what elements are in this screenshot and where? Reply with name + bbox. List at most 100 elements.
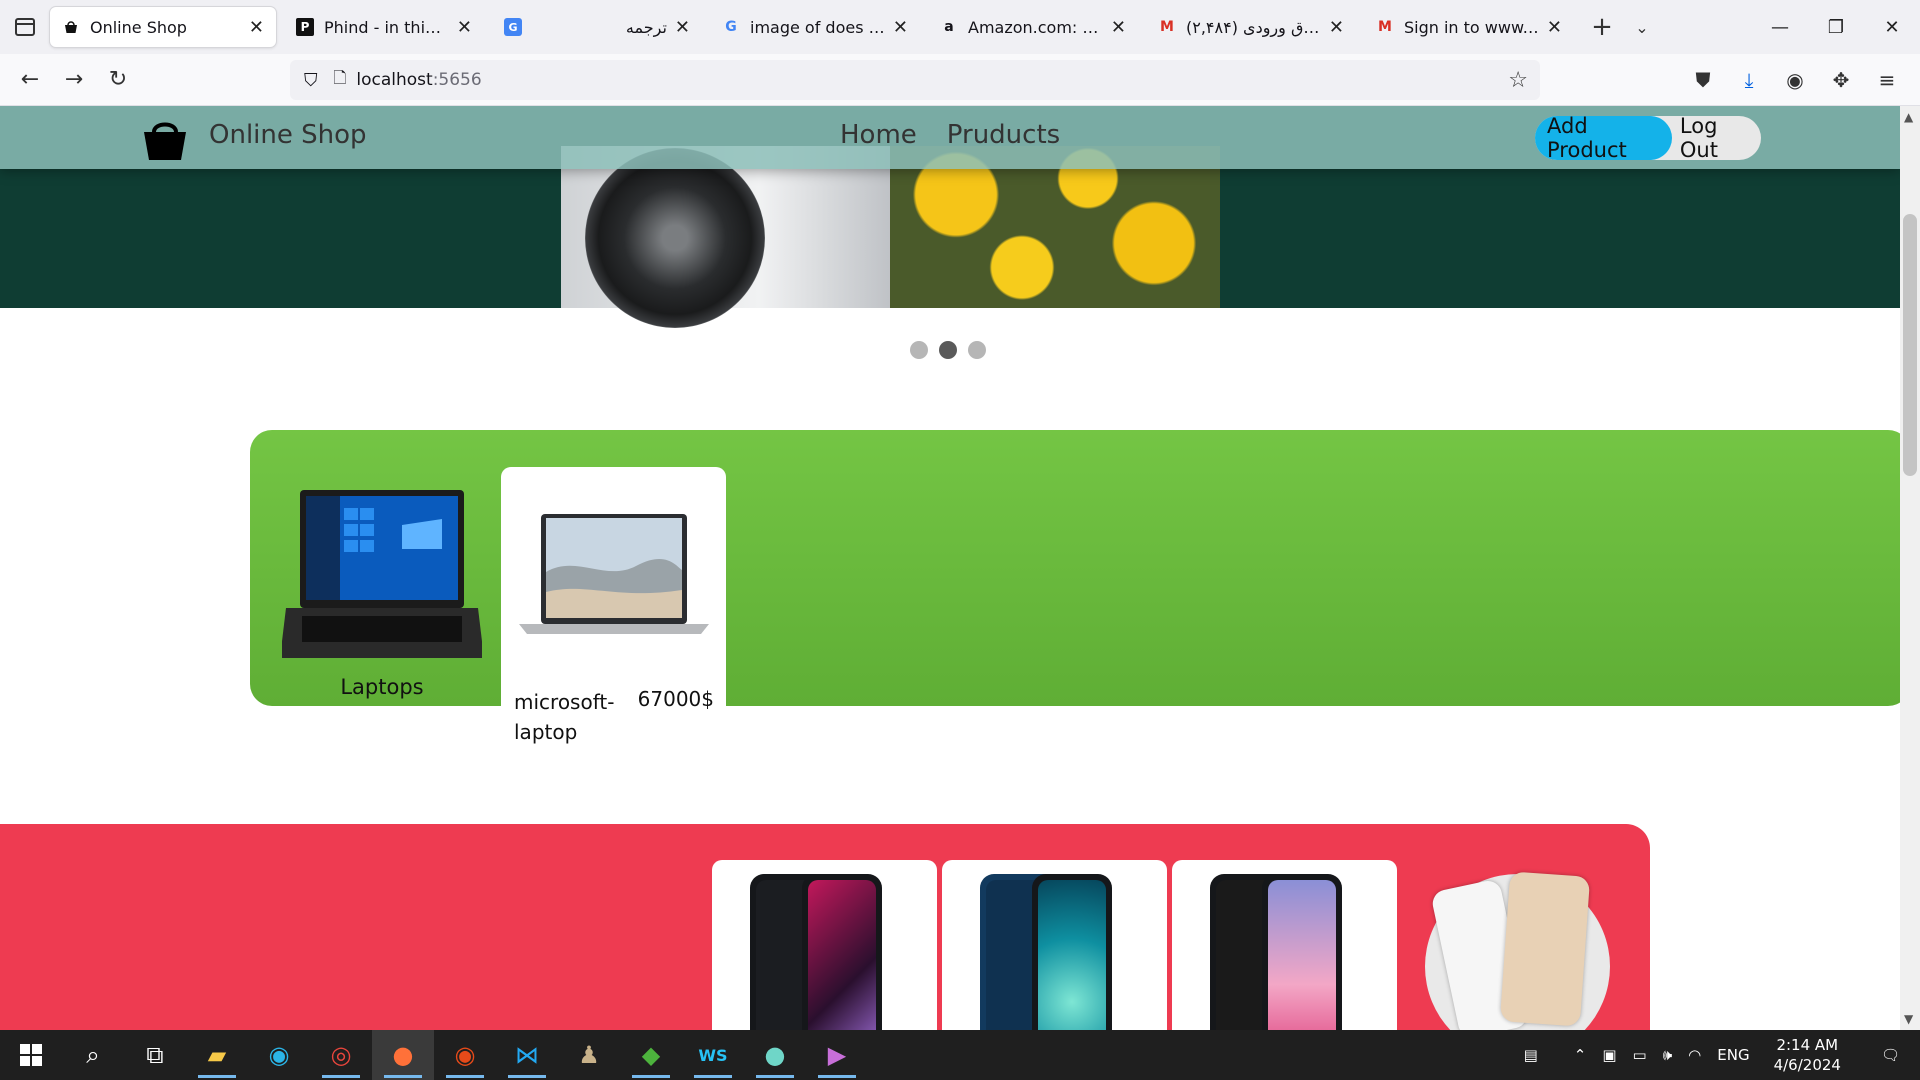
carousel-dots: [910, 341, 986, 359]
meet-icon[interactable]: ▣: [1594, 1046, 1624, 1064]
app-icon[interactable]: ♟: [558, 1030, 620, 1080]
phind-icon: P: [296, 18, 314, 36]
clock-date: 4/6/2024: [1773, 1056, 1841, 1074]
iphone-13-pro-icon[interactable]: [1425, 871, 1610, 1030]
file-explorer-icon[interactable]: ▰: [186, 1030, 248, 1080]
account-icon[interactable]: ◉: [1772, 58, 1818, 102]
record-icon[interactable]: ◉: [434, 1030, 496, 1080]
firefox-view-button[interactable]: [0, 0, 50, 54]
pocket-icon[interactable]: ⛊: [1680, 58, 1726, 102]
vscode-icon[interactable]: ⋈: [496, 1030, 558, 1080]
scroll-up-icon[interactable]: ▲: [1904, 110, 1913, 124]
wifi-icon[interactable]: ◠: [1680, 1046, 1709, 1064]
laptops-section: Laptops microsoft-laptop 67000$: [250, 430, 1900, 746]
chrome-icon[interactable]: ◎: [310, 1030, 372, 1080]
product-card-phone[interactable]: [1172, 860, 1397, 1030]
tab-phind[interactable]: P Phind - in this code : < ✕: [284, 7, 484, 47]
webstorm-icon[interactable]: WS: [682, 1030, 744, 1080]
close-window-icon[interactable]: ✕: [1864, 0, 1920, 54]
add-product-button[interactable]: Add Product: [1535, 114, 1672, 162]
tab-gmail-signin[interactable]: M Sign in to www.phind.com ✕: [1364, 7, 1574, 47]
clock-time: 2:14 AM: [1776, 1036, 1839, 1054]
tab-title: Online Shop: [90, 17, 187, 37]
menu-home[interactable]: Home: [840, 120, 917, 150]
notifications-icon[interactable]: 🗨: [1873, 1046, 1908, 1064]
carousel-dot[interactable]: [910, 341, 928, 359]
restore-icon[interactable]: ❐: [1808, 0, 1864, 54]
volume-icon[interactable]: 🕪: [1655, 1046, 1680, 1064]
news-icon[interactable]: ▤: [1516, 1046, 1546, 1064]
close-tab-icon[interactable]: ✕: [1329, 17, 1344, 38]
site-header: Online Shop Home Pruducts Add Product Lo…: [0, 106, 1900, 169]
microsoft-laptop-image: [519, 514, 709, 634]
shopping-bag-icon: [62, 18, 80, 36]
mongodb-icon[interactable]: ◆: [620, 1030, 682, 1080]
shopping-basket-icon[interactable]: [140, 114, 190, 162]
close-tab-icon[interactable]: ✕: [1111, 17, 1126, 38]
category-card-laptops[interactable]: Laptops: [280, 480, 484, 699]
translate-icon: G: [504, 18, 522, 36]
tab-title: ترجمه: [625, 17, 667, 37]
product-price: 67000$: [637, 687, 714, 711]
page-scrollbar[interactable]: ▲ ▼: [1900, 106, 1920, 1030]
close-tab-icon[interactable]: ✕: [249, 17, 264, 38]
task-view-icon[interactable]: ⧉: [124, 1030, 186, 1080]
reload-icon[interactable]: ↻: [96, 58, 140, 102]
tab-title: Phind - in this code : <: [324, 17, 449, 37]
windows-start-icon[interactable]: [0, 1030, 62, 1080]
menu-products[interactable]: Pruducts: [947, 120, 1060, 150]
product-name: microsoft-laptop: [514, 690, 615, 744]
carousel-dot[interactable]: [968, 341, 986, 359]
shield-icon[interactable]: ⛉: [304, 70, 318, 91]
product-card-microsoft-laptop[interactable]: microsoft-laptop 67000$: [501, 467, 726, 746]
downloads-icon[interactable]: ⤓: [1726, 58, 1772, 102]
brand-name[interactable]: Online Shop: [209, 120, 367, 150]
tab-gmail-inbox[interactable]: M صندوق ورودی (۲,۴۸۴) ✕: [1146, 7, 1356, 47]
list-all-tabs-icon[interactable]: ⌄: [1622, 18, 1662, 37]
gmail-icon: M: [1160, 19, 1174, 35]
main-menu: Home Pruducts: [840, 120, 1060, 150]
log-out-button[interactable]: Log Out: [1672, 114, 1761, 162]
battery-icon[interactable]: ▭: [1625, 1046, 1655, 1064]
close-tab-icon[interactable]: ✕: [1547, 17, 1562, 38]
windows-taskbar: ⌕ ⧉ ▰ ◉ ◎ ● ◉ ⋈ ♟ ◆ WS ● ▶ ▤ ⌃ ▣ ▭ 🕪 ◠ E…: [0, 1030, 1920, 1080]
amazon-icon: a: [944, 19, 954, 35]
close-tab-icon[interactable]: ✕: [675, 17, 690, 38]
app2-icon[interactable]: ●: [744, 1030, 806, 1080]
washer-drum: [585, 148, 765, 328]
browser-nav-bar: ← → ↻ ⛉ 🗋 localhost:5656 ☆ ⛊ ⤓ ◉ ✥ ≡: [0, 54, 1920, 106]
url-host: localhost: [356, 70, 433, 90]
product-card-phone[interactable]: [712, 860, 937, 1030]
minimize-icon[interactable]: —: [1752, 0, 1808, 54]
edge-icon[interactable]: ◉: [248, 1030, 310, 1080]
bookmark-star-icon[interactable]: ☆: [1508, 68, 1528, 93]
firefox-icon[interactable]: ●: [372, 1030, 434, 1080]
back-icon[interactable]: ←: [8, 58, 52, 102]
tab-translate[interactable]: G ترجمه ✕: [492, 7, 702, 47]
extensions-icon[interactable]: ✥: [1818, 58, 1864, 102]
tab-title: Amazon.com: Cell Phones: [968, 17, 1103, 37]
new-tab-icon[interactable]: +: [1582, 12, 1622, 42]
carousel-dot-active[interactable]: [939, 341, 957, 359]
clock[interactable]: 2:14 AM 4/6/2024: [1758, 1035, 1857, 1075]
system-tray: ▤ ⌃ ▣ ▭ 🕪 ◠ ENG 2:14 AM 4/6/2024 🗨: [1516, 1030, 1920, 1080]
url-bar[interactable]: ⛉ 🗋 localhost:5656 ☆: [290, 60, 1540, 100]
page-icon: 🗋: [333, 67, 347, 87]
language-indicator[interactable]: ENG: [1709, 1046, 1757, 1064]
chevron-up-icon[interactable]: ⌃: [1566, 1046, 1595, 1064]
toolbar-icons: ⛊ ⤓ ◉ ✥ ≡: [1680, 58, 1910, 102]
search-icon[interactable]: ⌕: [62, 1030, 124, 1080]
header-buttons: Add Product Log Out: [1535, 114, 1761, 162]
close-tab-icon[interactable]: ✕: [893, 17, 908, 38]
product-card-phone[interactable]: [942, 860, 1167, 1030]
tab-title: Sign in to www.phind.com: [1404, 17, 1539, 37]
close-tab-icon[interactable]: ✕: [457, 17, 472, 38]
menu-icon[interactable]: ≡: [1864, 58, 1910, 102]
tab-google-search[interactable]: G image of does not load ✕: [710, 7, 920, 47]
media-player-icon[interactable]: ▶: [806, 1030, 868, 1080]
tab-amazon[interactable]: a Amazon.com: Cell Phones ✕: [928, 7, 1138, 47]
scroll-down-icon[interactable]: ▼: [1904, 1012, 1913, 1026]
forward-icon[interactable]: →: [52, 58, 96, 102]
scrollbar-thumb[interactable]: [1903, 214, 1917, 476]
tab-online-shop[interactable]: Online Shop ✕: [50, 7, 276, 47]
